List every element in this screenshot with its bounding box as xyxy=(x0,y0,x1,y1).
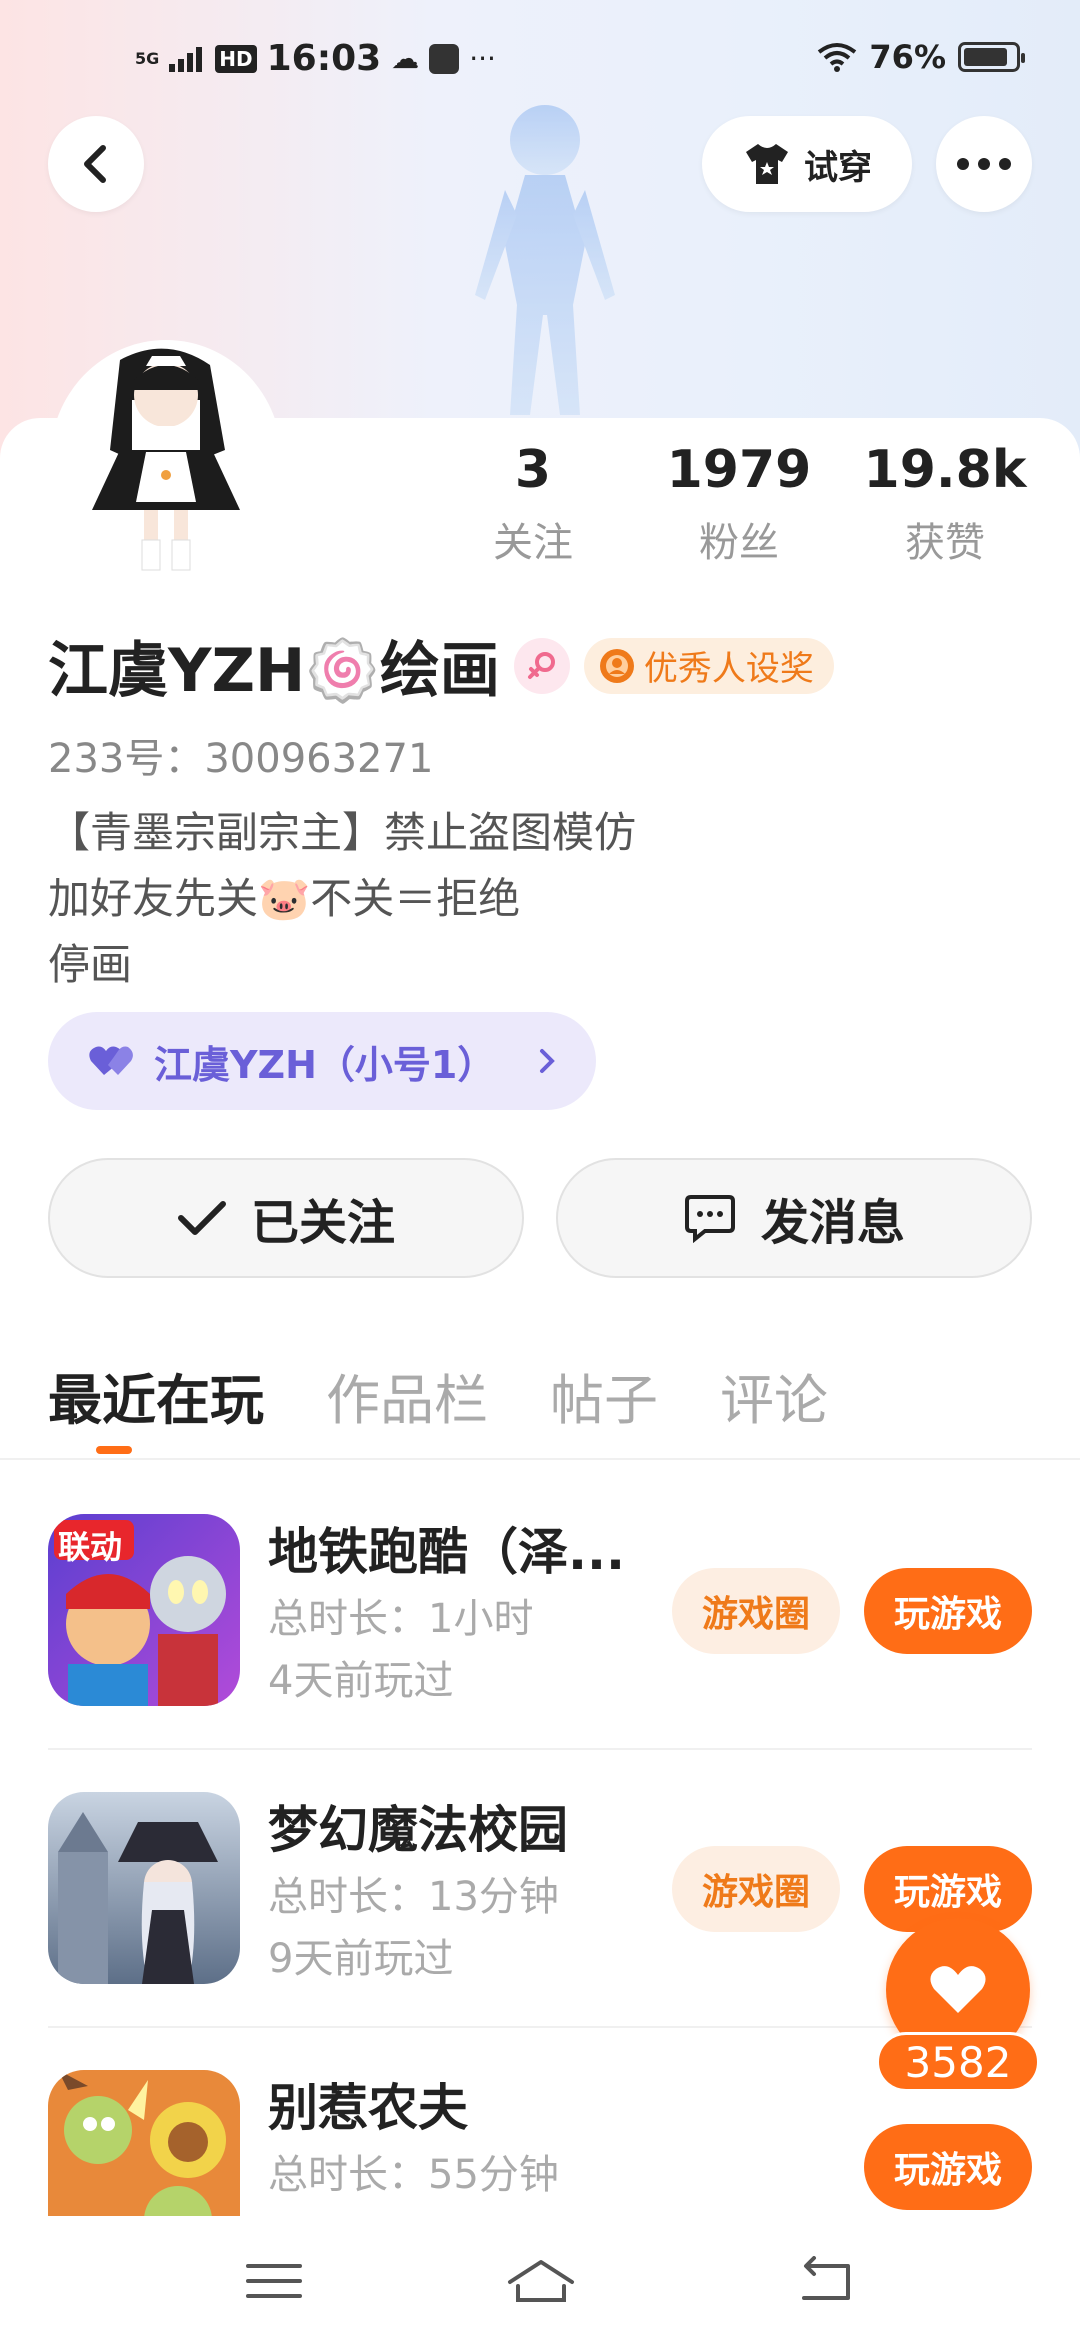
game-last-played: 4天前玩过 xyxy=(268,1658,454,1704)
game-circle-button[interactable]: 游戏圈 xyxy=(672,1568,840,1654)
followed-button[interactable]: 已关注 xyxy=(48,1158,524,1278)
following-count: 3 xyxy=(514,440,552,500)
battery-icon xyxy=(958,42,1025,72)
chevron-right-icon xyxy=(540,1049,555,1073)
play-game-button[interactable]: 玩游戏 xyxy=(864,1568,1032,1654)
user-name: 江虞YZH🍥绘画 xyxy=(48,636,500,706)
back-button[interactable] xyxy=(48,116,144,212)
try-on-label: 试穿 xyxy=(804,147,872,188)
game-icon-dont-mess-with-farmer xyxy=(48,2070,240,2216)
chat-bubble-icon xyxy=(684,1195,735,1243)
user-bio: 【青墨宗副宗主】禁止盗图模仿 加好友先关🐷不关＝拒绝 停画 xyxy=(48,800,636,998)
game-circle-button[interactable]: 游戏圈 xyxy=(672,1846,840,1932)
game-total-time: 总时长：55分钟 xyxy=(268,2152,559,2198)
hd-icon: HD xyxy=(215,44,257,73)
bio-line: 加好友先关🐷不关＝拒绝 xyxy=(48,874,521,923)
more-dots-icon xyxy=(957,158,1011,170)
status-bar: 5G HD 16:03 ☁ ··· 76% xyxy=(0,0,1080,120)
app-notification-icon xyxy=(429,43,460,74)
tab-posts[interactable]: 帖子 xyxy=(550,1356,658,1435)
likes-label: 获赞 xyxy=(905,520,985,566)
system-nav-bar xyxy=(0,2216,1080,2340)
following-label: 关注 xyxy=(493,520,573,566)
wifi-icon xyxy=(818,43,857,72)
tab-recently-played[interactable]: 最近在玩 xyxy=(48,1356,264,1435)
user-id: 233号：300963271 xyxy=(48,736,434,782)
game-title: 别惹农夫 xyxy=(268,2079,468,2137)
battery-percent: 76% xyxy=(869,38,946,76)
linked-hearts-icon xyxy=(89,1046,133,1075)
active-tab-indicator xyxy=(96,1446,132,1454)
avatar-3d-figure xyxy=(475,105,615,415)
back-nav-icon[interactable] xyxy=(796,2256,856,2306)
fans-label: 粉丝 xyxy=(699,520,779,566)
more-notifications-icon: ··· xyxy=(469,42,496,75)
game-row[interactable]: 梦幻魔法校园 总时长：13分钟 9天前玩过 游戏圈 玩游戏 xyxy=(48,1792,1032,1992)
send-message-button[interactable]: 发消息 xyxy=(556,1158,1032,1278)
fans-count: 1979 xyxy=(666,440,812,500)
game-row[interactable]: 别惹农夫 总时长：55分钟 玩游戏 xyxy=(48,2070,1032,2216)
collab-badge: 联动 xyxy=(58,1528,123,1566)
game-row[interactable]: 联动 地铁跑酷（泽... 总时长：1小时 4天前玩过 游戏圈 玩游戏 xyxy=(48,1514,1032,1714)
award-badge[interactable]: 优秀人设奖 xyxy=(583,637,834,694)
tab-comments[interactable]: 评论 xyxy=(720,1356,828,1435)
female-gender-icon xyxy=(513,637,570,694)
award-medal-icon xyxy=(599,648,634,683)
game-title: 地铁跑酷（泽... xyxy=(268,1523,625,1581)
game-icon-subway-surfers: 联动 xyxy=(48,1514,240,1706)
stat-likes[interactable]: 19.8k 获赞 xyxy=(860,440,1030,568)
checkmark-icon xyxy=(177,1201,226,1235)
try-on-button[interactable]: 试穿 xyxy=(702,116,912,212)
like-count: 3582 xyxy=(876,2032,1040,2092)
menu-icon[interactable] xyxy=(244,2256,304,2306)
back-arrow-icon xyxy=(84,145,106,183)
alt-account-label: 江虞YZH（小号1） xyxy=(154,1042,496,1087)
divider xyxy=(48,1748,1032,1750)
network-type: 5G xyxy=(135,48,160,68)
bio-line: 【青墨宗副宗主】禁止盗图模仿 xyxy=(48,808,637,857)
play-game-button[interactable]: 玩游戏 xyxy=(864,2124,1032,2210)
send-message-label: 发消息 xyxy=(760,1195,905,1251)
stat-following[interactable]: 3 关注 xyxy=(460,440,606,568)
cloud-icon: ☁ xyxy=(391,42,420,75)
alt-account-link[interactable]: 江虞YZH（小号1） xyxy=(48,1012,596,1110)
divider xyxy=(0,1458,1080,1460)
clock: 16:03 xyxy=(266,38,382,79)
name-row: 江虞YZH🍥绘画 优秀人设奖 xyxy=(48,622,834,709)
game-title: 梦幻魔法校园 xyxy=(268,1801,568,1859)
stat-fans[interactable]: 1979 粉丝 xyxy=(656,440,822,568)
game-last-played: 9天前玩过 xyxy=(268,1936,454,1982)
more-button[interactable] xyxy=(936,116,1032,212)
bio-line: 停画 xyxy=(48,940,133,989)
game-icon-dream-magic-school xyxy=(48,1792,240,1984)
game-total-time: 总时长：1小时 xyxy=(268,1596,534,1642)
profile-stats: 3 关注 1979 粉丝 19.8k 获赞 xyxy=(460,440,1060,568)
profile-tabs: 最近在玩 作品栏 帖子 评论 xyxy=(48,1356,828,1435)
tab-works[interactable]: 作品栏 xyxy=(326,1356,488,1435)
avatar-character-image xyxy=(92,348,240,571)
award-label: 优秀人设奖 xyxy=(643,649,814,689)
home-icon[interactable] xyxy=(506,2256,576,2306)
game-total-time: 总时长：13分钟 xyxy=(268,1874,559,1920)
heart-icon xyxy=(930,1966,986,2013)
avatar[interactable] xyxy=(50,340,282,580)
divider xyxy=(48,2026,1032,2028)
likes-count: 19.8k xyxy=(863,440,1027,500)
followed-label: 已关注 xyxy=(250,1195,395,1251)
signal-icon xyxy=(169,46,203,72)
tshirt-icon xyxy=(746,144,788,184)
